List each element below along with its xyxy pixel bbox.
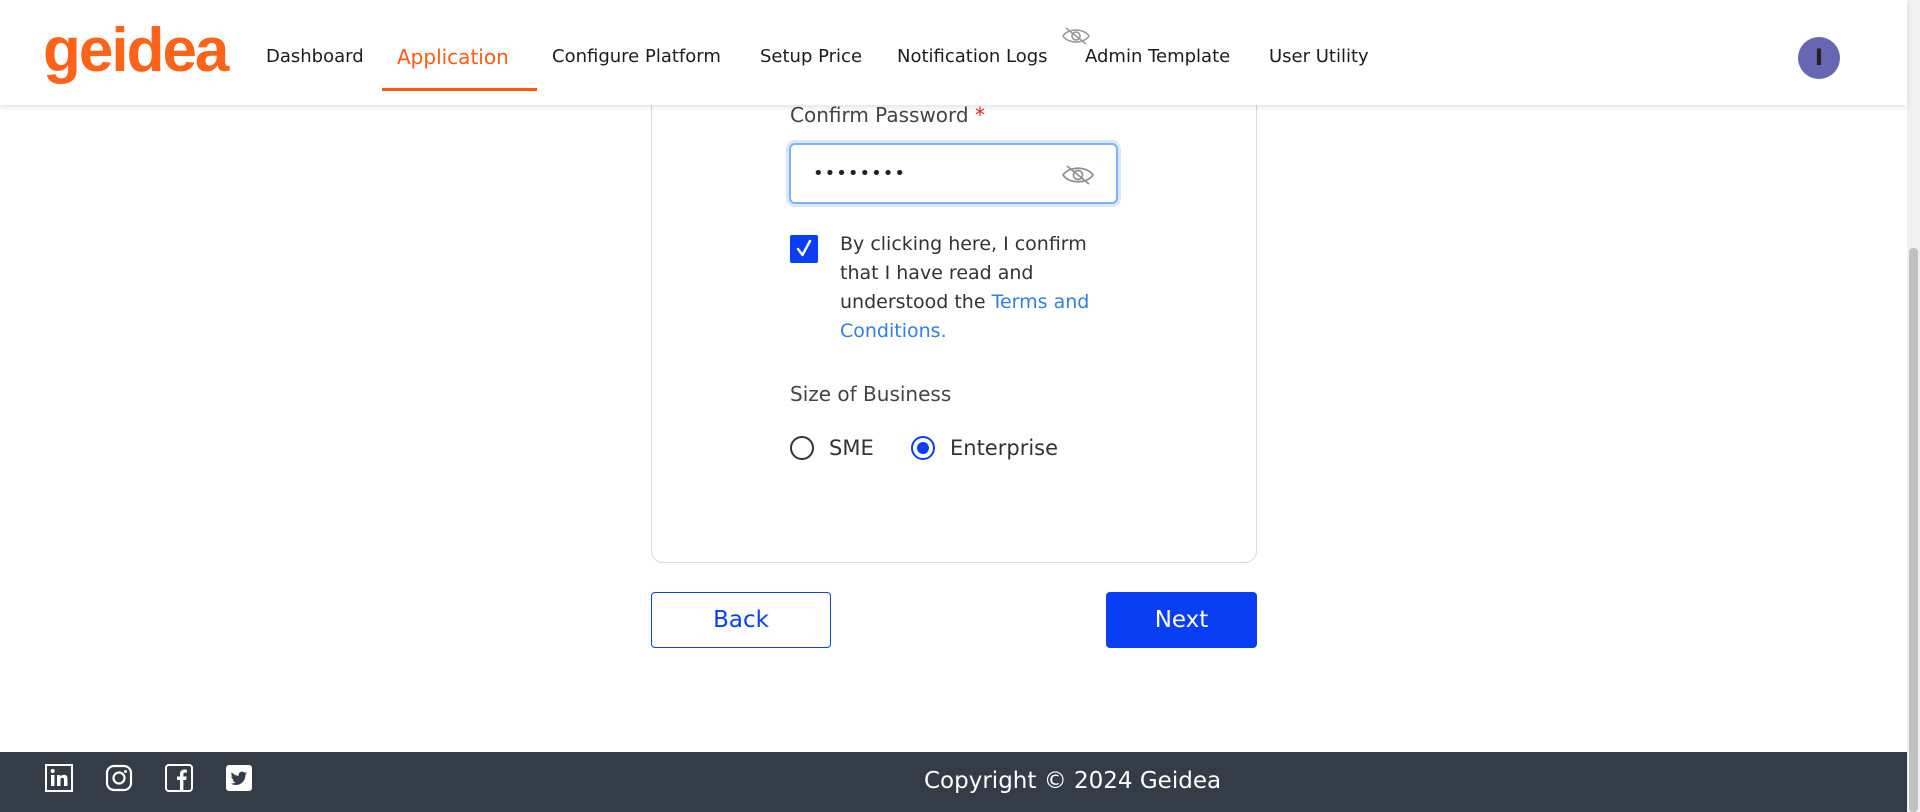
required-marker: * — [974, 103, 985, 127]
nav-admin-template[interactable]: Admin Template — [1085, 46, 1230, 67]
linkedin-icon[interactable] — [45, 764, 73, 792]
confirm-password-value: •••••••• — [813, 163, 906, 184]
nav-notification-logs[interactable]: Notification Logs — [897, 46, 1048, 67]
confirm-password-label-text: Confirm Password — [790, 103, 969, 127]
facebook-icon[interactable] — [165, 764, 193, 792]
radio-enterprise[interactable] — [911, 436, 935, 460]
nav-active-underline — [382, 88, 537, 91]
radio-sme-label[interactable]: SME — [829, 436, 874, 460]
nav-configure-platform[interactable]: Configure Platform — [552, 46, 721, 67]
nav-application[interactable]: Application — [397, 45, 509, 69]
checkmark-icon — [796, 239, 812, 257]
back-button[interactable]: Back — [651, 592, 831, 648]
eye-slash-icon — [1062, 27, 1090, 45]
scrollbar-thumb[interactable] — [1909, 248, 1918, 812]
nav-dashboard[interactable]: Dashboard — [266, 46, 364, 67]
confirm-password-label: Confirm Password * — [790, 103, 985, 127]
confirm-password-input[interactable]: •••••••• — [789, 143, 1118, 204]
radio-sme[interactable] — [790, 436, 814, 460]
nav-user-utility[interactable]: User Utility — [1269, 46, 1369, 67]
terms-consent-text: By clicking here, I confirm that I have … — [840, 230, 1110, 346]
business-size-label: Size of Business — [790, 382, 952, 406]
eye-slash-icon[interactable] — [1061, 163, 1095, 187]
instagram-icon[interactable] — [105, 764, 133, 792]
next-button[interactable]: Next — [1106, 592, 1257, 648]
radio-enterprise-label[interactable]: Enterprise — [950, 436, 1058, 460]
nav-setup-price[interactable]: Setup Price — [760, 46, 862, 67]
user-avatar[interactable]: I — [1798, 37, 1840, 79]
twitter-icon[interactable] — [225, 764, 253, 792]
geidea-logo[interactable]: geidea — [43, 20, 229, 82]
copyright-text: Copyright © 2024 Geidea — [924, 768, 1222, 794]
terms-checkbox[interactable] — [790, 235, 818, 263]
top-navbar: geidea Dashboard Application Configure P… — [0, 0, 1907, 105]
